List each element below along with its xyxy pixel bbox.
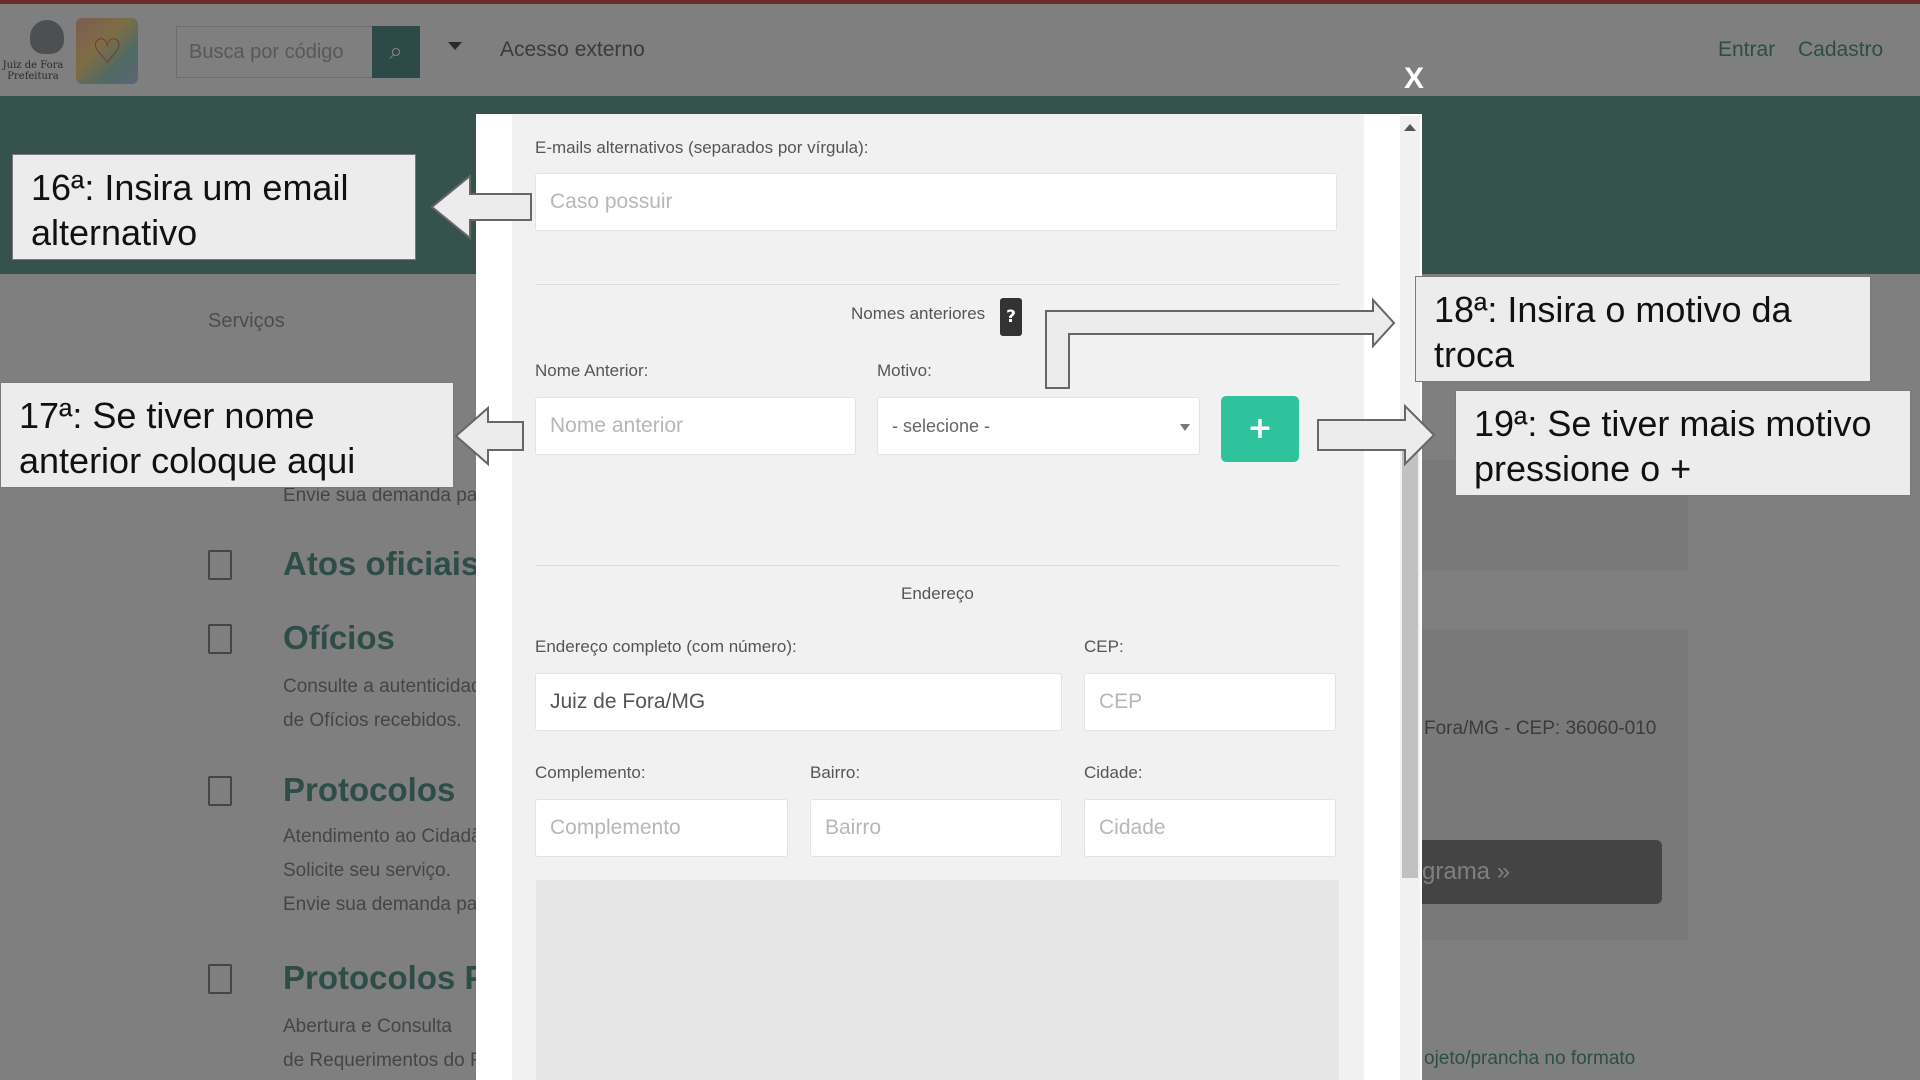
arrow-left-icon (454, 405, 524, 467)
annotation-17: 17ª: Se tiver nome anterior coloque aqui (0, 382, 454, 488)
arrow-right-icon (1317, 403, 1436, 467)
elbow-arrow-icon (1045, 297, 1396, 389)
annotation-16: 16ª: Insira um email alternativo (12, 154, 416, 260)
arrow-left-icon (430, 173, 532, 241)
annotation-18: 18ª: Insira o motivo da troca (1415, 276, 1871, 382)
annotation-19: 19ª: Se tiver mais motivo pressione o + (1455, 390, 1911, 496)
